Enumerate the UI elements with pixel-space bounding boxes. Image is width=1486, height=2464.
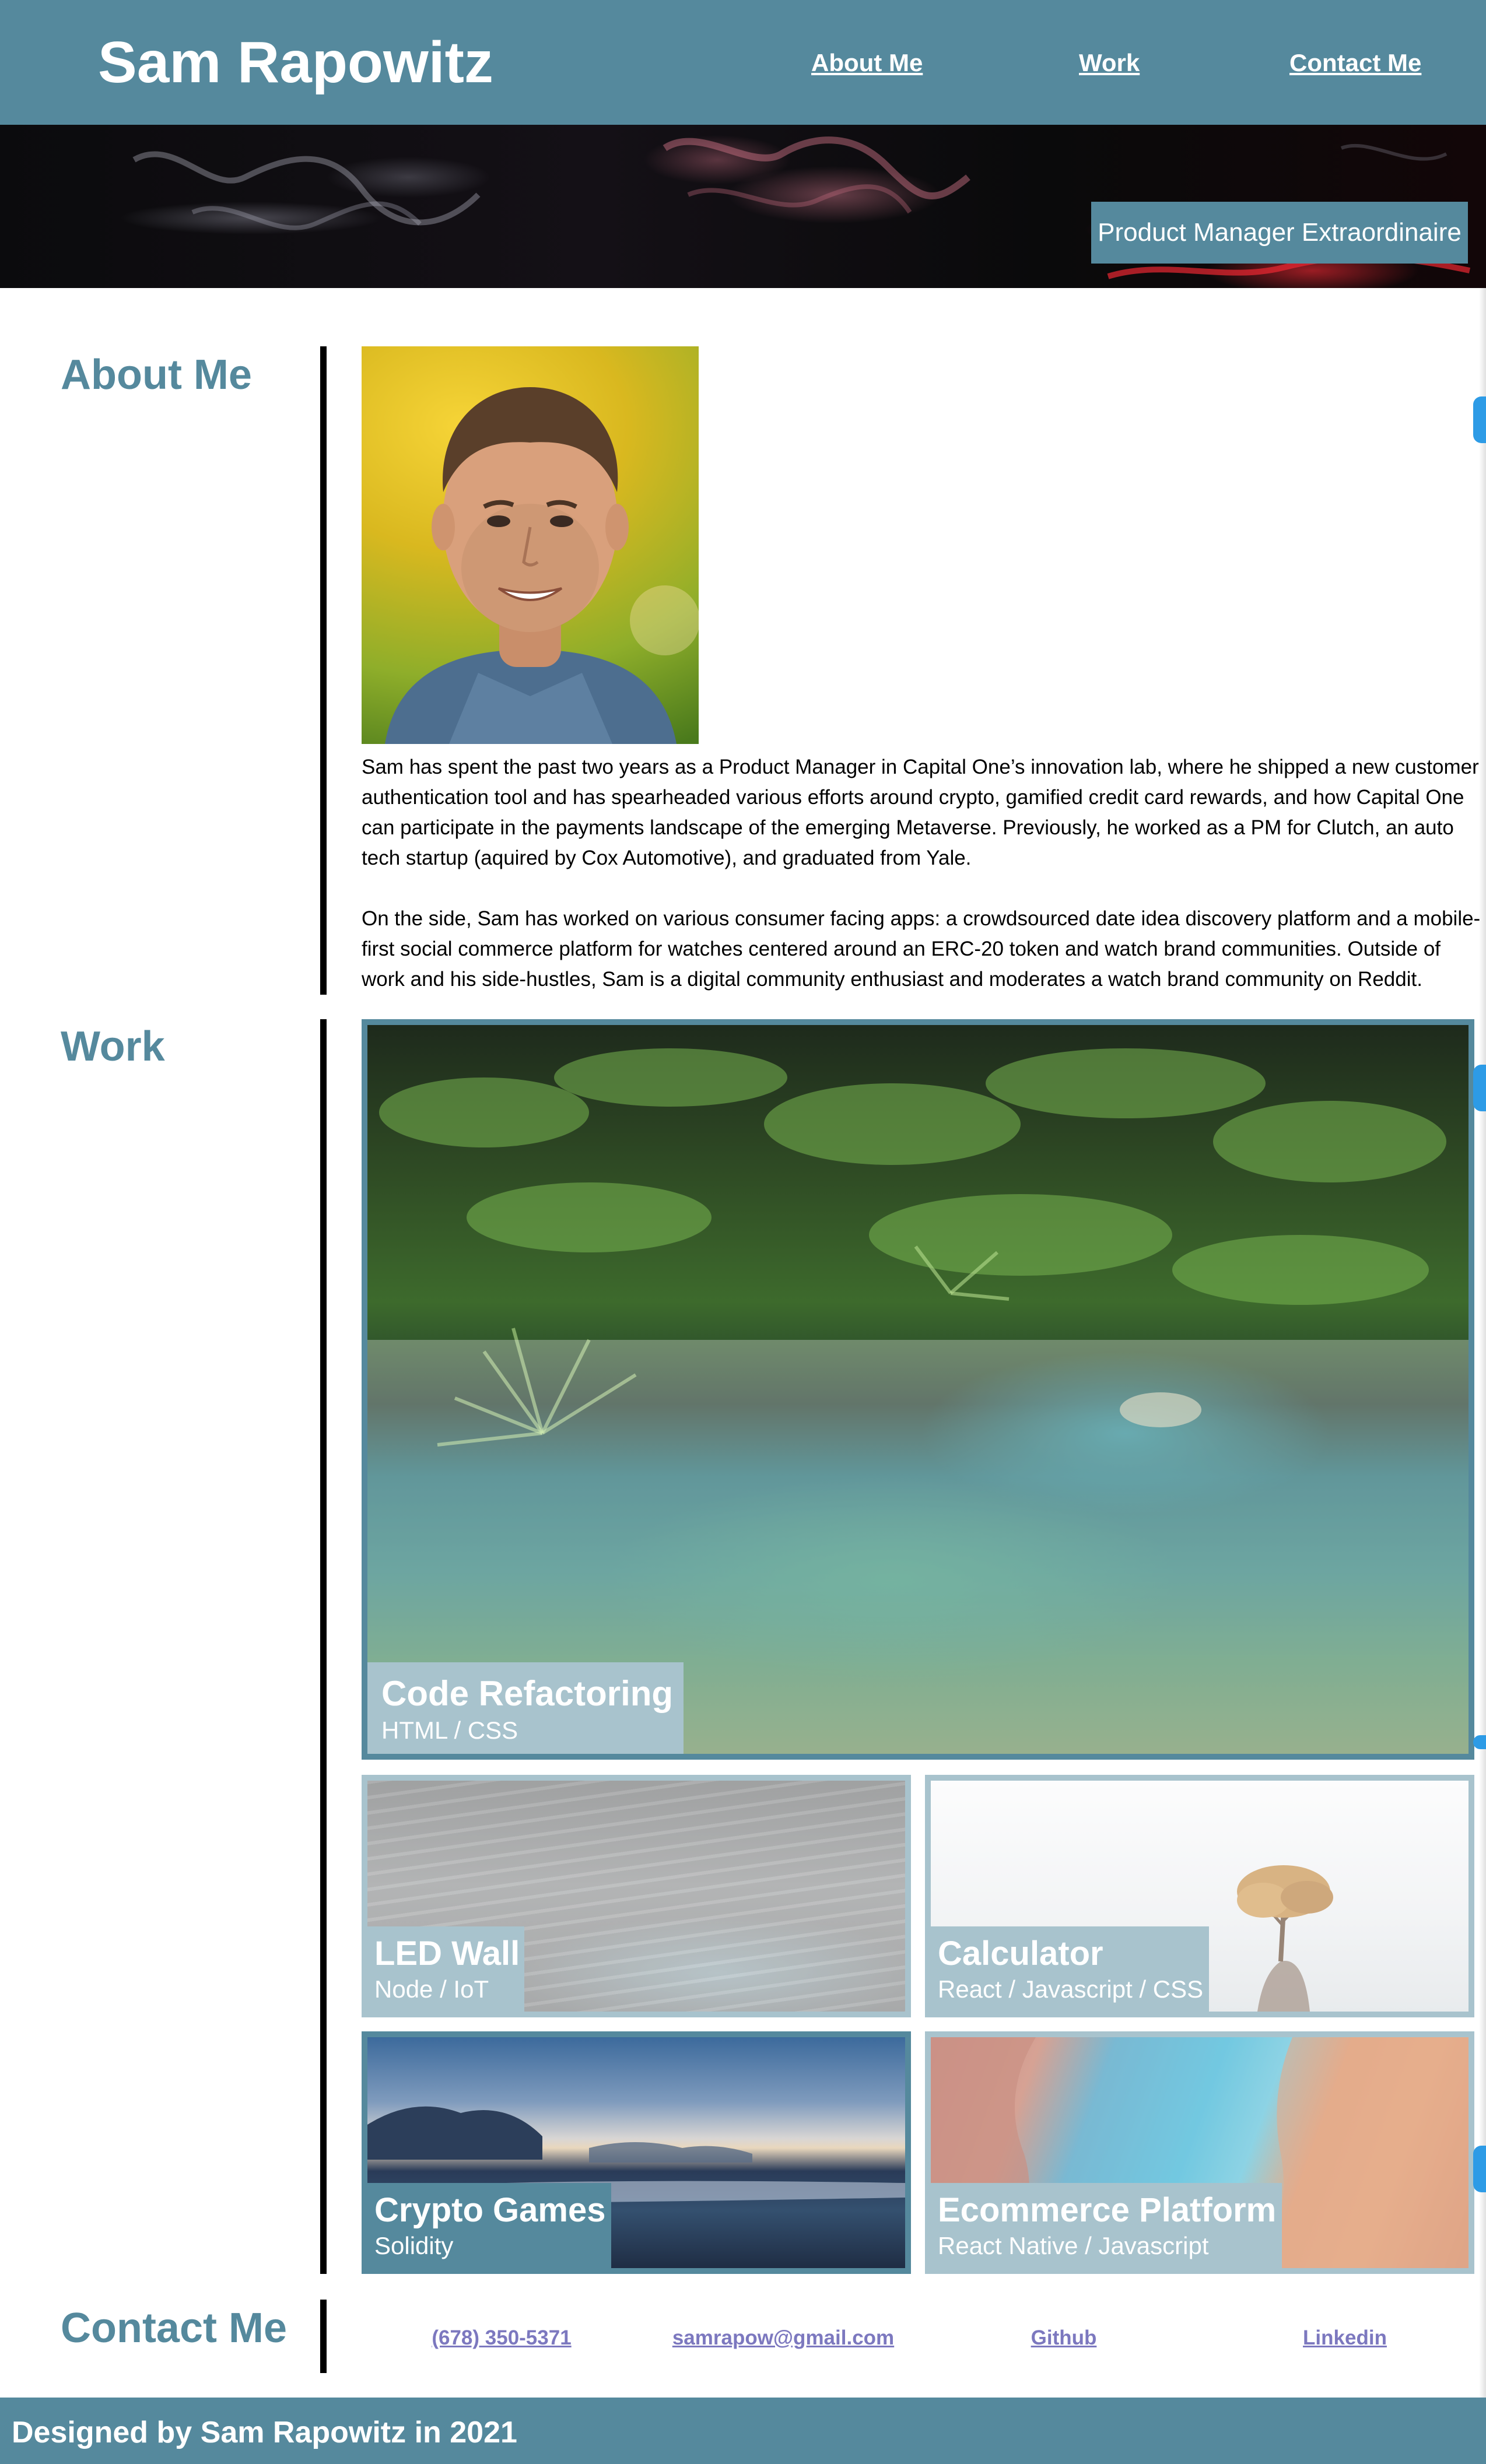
project-title: Ecommerce Platform xyxy=(938,2191,1277,2229)
project-tech: Solidity xyxy=(374,2232,454,2260)
work-heading: Work xyxy=(61,1023,165,1070)
work-divider xyxy=(320,1019,327,2274)
caption-calculator: Calculator React / Javascript / CSS xyxy=(931,1926,1210,2012)
portrait-photo xyxy=(362,346,699,744)
nav-link-about[interactable]: About Me xyxy=(811,48,923,78)
bio-paragraph-1: Sam has spent the past two years as a Pr… xyxy=(362,756,1479,869)
bio-paragraph-2: On the side, Sam has worked on various c… xyxy=(362,907,1481,991)
site-footer: Designed by Sam Rapowitz in 2021 xyxy=(0,2398,1486,2464)
portrait-illustration xyxy=(385,387,699,744)
contact-divider xyxy=(320,2300,327,2373)
site-header: Sam Rapowitz About Me Work Contact Me xyxy=(0,0,1486,125)
project-title: Crypto Games xyxy=(374,2191,606,2229)
project-card-led-wall[interactable]: LED Wall Node / IoT xyxy=(362,1775,911,2017)
site-title: Sam Rapowitz xyxy=(98,30,493,95)
project-tech: React / Javascript / CSS xyxy=(938,1975,1204,2003)
edge-widget-tab[interactable] xyxy=(1473,396,1486,443)
caption-code-refactoring: Code Refactoring HTML / CSS xyxy=(367,1662,684,1754)
project-card-crypto-games[interactable]: Crypto Games Solidity xyxy=(362,2031,911,2274)
edge-widget-tab[interactable] xyxy=(1473,2146,1486,2192)
hero-tagline-badge: Product Manager Extraordinaire xyxy=(1091,202,1468,264)
nav-link-work[interactable]: Work xyxy=(1079,48,1140,78)
footer-credit: Designed by Sam Rapowitz in 2021 xyxy=(12,2416,517,2449)
caption-led-wall: LED Wall Node / IoT xyxy=(367,1926,525,2012)
contact-phone-link[interactable]: (678) 350-5371 xyxy=(385,2325,618,2351)
project-card-code-refactoring[interactable]: Code Refactoring HTML / CSS xyxy=(362,1019,1474,1760)
about-divider xyxy=(320,346,327,995)
project-title: Code Refactoring xyxy=(381,1674,674,1714)
project-title: Calculator xyxy=(938,1934,1103,1972)
project-tech: React Native / Javascript xyxy=(938,2232,1209,2260)
contact-linkedin-link[interactable]: Linkedin xyxy=(1281,2325,1409,2351)
about-bio: Sam has spent the past two years as a Pr… xyxy=(362,752,1486,995)
project-tech: HTML / CSS xyxy=(381,1717,518,1745)
project-card-ecommerce-platform[interactable]: Ecommerce Platform React Native / Javasc… xyxy=(925,2031,1474,2274)
edge-widget-tab[interactable] xyxy=(1473,1065,1486,1111)
page-edge-shadow xyxy=(1479,288,1486,2398)
contact-github-link[interactable]: Github xyxy=(1005,2325,1122,2351)
nav-link-contact[interactable]: Contact Me xyxy=(1289,48,1421,78)
contact-email-link[interactable]: samrapow@gmail.com xyxy=(646,2325,920,2351)
contact-heading: Contact Me xyxy=(61,2305,288,2351)
project-title: LED Wall xyxy=(374,1934,520,1972)
caption-ecommerce-platform: Ecommerce Platform React Native / Javasc… xyxy=(931,2182,1282,2268)
edge-widget-tab[interactable] xyxy=(1473,1735,1486,1749)
about-heading: About Me xyxy=(61,352,252,398)
project-card-calculator[interactable]: Calculator React / Javascript / CSS xyxy=(925,1775,1474,2017)
caption-crypto-games: Crypto Games Solidity xyxy=(367,2182,612,2268)
project-tech: Node / IoT xyxy=(374,1975,489,2003)
